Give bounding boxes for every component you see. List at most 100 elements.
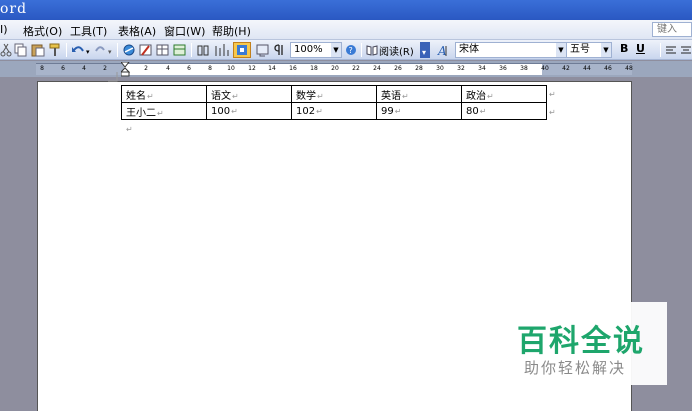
read-button[interactable]: 阅读(R) <box>379 43 414 58</box>
header-cell-politics[interactable]: 政治↵ <box>461 85 547 103</box>
header-chinese-text: 语文 <box>211 90 231 102</box>
zoom-value: 100% <box>294 44 323 55</box>
show-hide-icon[interactable] <box>256 42 270 58</box>
copy-icon[interactable] <box>14 42 28 58</box>
tables-borders-icon[interactable] <box>139 42 153 58</box>
cell-mark: ↵ <box>479 106 487 116</box>
chevron-down-icon: ▼ <box>331 43 341 57</box>
horizontal-ruler[interactable]: 8 6 4 2 2 4 6 8 10 12 14 16 18 20 22 24 26 28 30 32 34 36 38 40… <box>0 61 692 77</box>
read-mode-icon[interactable] <box>366 42 378 58</box>
menu-insert[interactable]: I) <box>0 23 8 36</box>
header-cell-english[interactable]: 英语↵ <box>376 85 462 103</box>
insert-table-icon[interactable] <box>156 42 170 58</box>
hyperlink-icon[interactable] <box>122 42 136 58</box>
cell-mark: ↵ <box>232 91 239 101</box>
row-end-mark: ↵ <box>549 108 556 117</box>
cell-politics-text: 80 <box>466 105 479 117</box>
watermark-main-text: 百科全说 <box>517 324 645 359</box>
menu-bar: I) 格式(O) 工具(T) 表格(A) 窗口(W) 帮助(H) 键入 <box>0 20 692 40</box>
redo-icon[interactable]: ▾ <box>94 42 114 58</box>
ruler-tick-label: 22 <box>352 65 360 72</box>
ruler-tick-label: 38 <box>520 65 528 72</box>
table-row: 王小二↵ 100↵ 102↵ 99↵ 80↵ <box>121 102 547 120</box>
ruler-tick-label: 48 <box>625 65 633 72</box>
ruler-tick-label: 2 <box>103 65 107 72</box>
header-cell-chinese[interactable]: 语文↵ <box>206 85 292 103</box>
cell-english[interactable]: 99↵ <box>376 102 462 120</box>
header-cell-name[interactable]: 姓名↵ <box>121 85 207 103</box>
watermark-logo: 百科全说 助你轻松解决 <box>507 302 667 385</box>
columns-icon[interactable] <box>197 42 211 58</box>
font-size-select[interactable]: 五号 ▼ <box>566 42 612 58</box>
cell-chinese[interactable]: 100↵ <box>206 102 292 120</box>
title-bar: ord <box>0 0 692 20</box>
menu-help[interactable]: 帮助(H) <box>212 23 251 39</box>
ruler-tick-label: 24 <box>373 65 381 72</box>
cell-mark: ↵ <box>402 91 409 101</box>
header-cell-math[interactable]: 数学↵ <box>291 85 377 103</box>
styles-formatting-icon[interactable]: A <box>437 42 451 58</box>
ruler-tick-label: 8 <box>208 65 212 72</box>
menu-table[interactable]: 表格(A) <box>118 23 156 39</box>
ruler-tick-label: 8 <box>40 65 44 72</box>
help-icon[interactable]: ? <box>345 42 357 58</box>
watermark-sub-text: 助你轻松解决 <box>524 359 627 377</box>
row-end-mark: ↵ <box>549 90 556 99</box>
menu-format[interactable]: 格式(O) <box>23 23 62 39</box>
cell-politics[interactable]: 80↵ <box>461 102 547 120</box>
align-center-icon[interactable] <box>680 42 692 58</box>
cell-mark: ↵ <box>394 106 402 116</box>
cell-name[interactable]: 王小二↵ <box>121 102 207 120</box>
help-search-input[interactable]: 键入 <box>652 22 692 37</box>
drawing-icon[interactable] <box>214 42 230 58</box>
font-name-select[interactable]: 宋体 ▼ <box>455 42 567 58</box>
ruler-tick-label: 4 <box>82 65 86 72</box>
menu-tools[interactable]: 工具(T) <box>70 23 107 39</box>
cell-math[interactable]: 102↵ <box>291 102 377 120</box>
ruler-tick-label: 36 <box>499 65 507 72</box>
ruler-tick-label: 4 <box>166 65 170 72</box>
svg-text:▾: ▾ <box>422 48 426 57</box>
ruler-tick-label: 16 <box>289 65 297 72</box>
paste-icon[interactable] <box>31 42 45 58</box>
ruler-tick-label: 32 <box>457 65 465 72</box>
ruler-tick-label: 40 <box>541 65 549 72</box>
styles-pane-icon[interactable]: ▾ <box>420 42 430 58</box>
cell-english-text: 99 <box>381 105 394 117</box>
cell-math-text: 102 <box>296 105 316 117</box>
insert-excel-icon[interactable] <box>173 42 187 58</box>
svg-text:▾: ▾ <box>108 48 112 56</box>
document-map-icon[interactable] <box>233 42 251 58</box>
bold-button[interactable]: B <box>620 42 628 55</box>
chevron-down-icon: ▼ <box>556 43 566 57</box>
header-english-text: 英语 <box>381 90 401 102</box>
cell-mark: ↵ <box>317 91 324 101</box>
zoom-select[interactable]: 100% ▼ <box>290 42 342 58</box>
cell-mark: ↵ <box>231 106 238 116</box>
paragraph-mark-icon[interactable] <box>274 42 286 58</box>
undo-icon[interactable]: ▾ <box>71 42 91 58</box>
ruler-tick-label: 42 <box>562 65 570 72</box>
cut-icon[interactable] <box>0 42 12 58</box>
paragraph-mark: ↵ <box>126 125 133 134</box>
svg-text:?: ? <box>349 46 353 55</box>
page-corner-mark <box>108 72 118 82</box>
menu-window[interactable]: 窗口(W) <box>164 23 205 39</box>
indent-marker-icon[interactable] <box>121 62 130 77</box>
data-table[interactable]: 姓名↵ 语文↵ 数学↵ 英语↵ 政治↵ 王小二↵ 100↵ 102↵ 99↵ 8… <box>121 85 547 120</box>
ruler-tick-label: 6 <box>187 65 191 72</box>
align-left-icon[interactable] <box>665 42 677 58</box>
ruler-tick-label: 44 <box>583 65 591 72</box>
chevron-down-icon: ▼ <box>601 43 611 57</box>
window-title: ord <box>0 1 28 17</box>
format-painter-icon[interactable] <box>48 42 62 58</box>
header-math-text: 数学 <box>296 90 316 102</box>
ruler-tick-label: 10 <box>227 65 235 72</box>
ruler-tick-label: 2 <box>144 65 148 72</box>
ruler-tick-label: 20 <box>331 65 339 72</box>
ruler-tick-label: 46 <box>604 65 612 72</box>
ruler-tick-label: 30 <box>436 65 444 72</box>
underline-button[interactable]: U <box>636 42 645 55</box>
cell-mark: ↵ <box>316 106 323 116</box>
cell-name-text: 王小二 <box>126 107 156 119</box>
